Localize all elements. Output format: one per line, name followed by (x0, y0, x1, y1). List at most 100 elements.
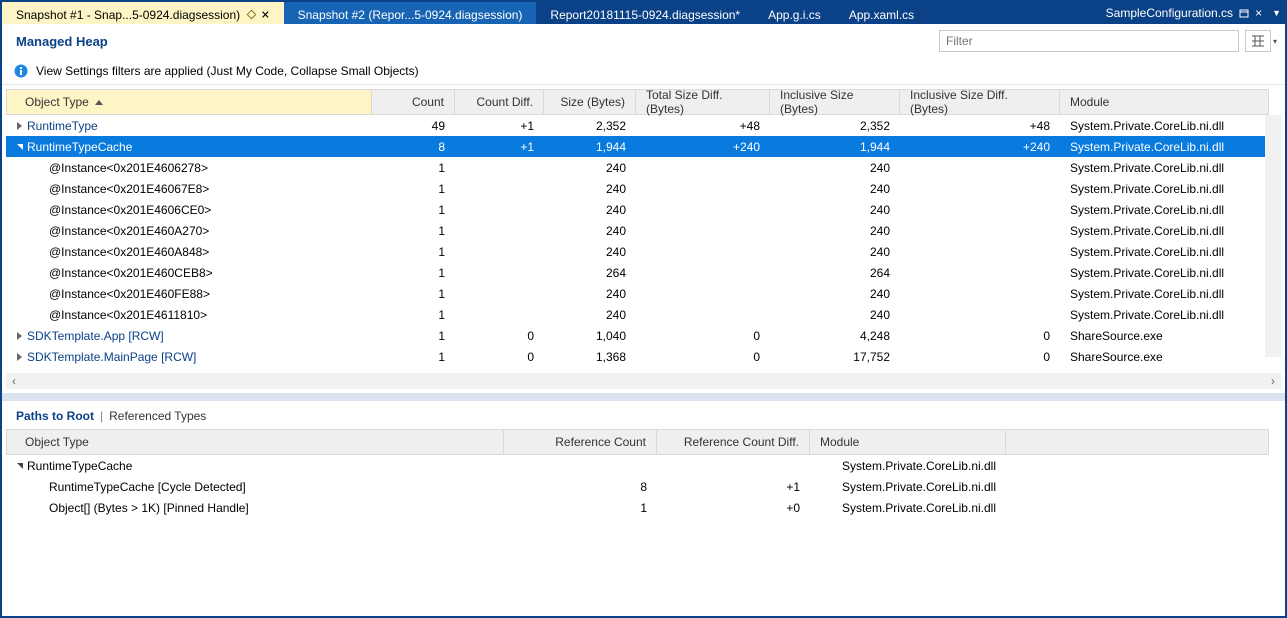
tree-expander[interactable] (14, 351, 25, 362)
col-ref-count[interactable]: Reference Count (504, 429, 657, 455)
col-blank[interactable] (1006, 429, 1269, 455)
cell: 1,944 (544, 140, 636, 154)
col-incl-size[interactable]: Inclusive Size (Bytes) (770, 89, 900, 115)
info-text: View Settings filters are applied (Just … (36, 64, 419, 78)
tree-expander[interactable] (14, 460, 25, 471)
tree-expander[interactable] (36, 267, 47, 278)
table-row[interactable]: SDKTemplate.App [RCW]101,04004,2480Share… (6, 325, 1269, 346)
cell: RuntimeTypeCache (6, 459, 504, 473)
splitter[interactable] (2, 393, 1285, 401)
tree-expander[interactable] (36, 183, 47, 194)
tab-paths-to-root[interactable]: Paths to Root (16, 409, 94, 423)
cell: 1 (372, 287, 455, 301)
doc-tab[interactable]: Snapshot #2 (Repor...5-0924.diagsession) (284, 2, 537, 24)
col-ref-count-diff[interactable]: Reference Count Diff. (657, 429, 810, 455)
managed-heap-header: Managed Heap ▾ (2, 24, 1285, 58)
dropdown-icon[interactable]: ▼ (1272, 8, 1281, 18)
cell: 1,944 (770, 140, 900, 154)
cell: 240 (544, 245, 636, 259)
table-row[interactable]: SDKTemplate.MainPage [RCW]101,368017,752… (6, 346, 1269, 367)
table-row[interactable]: @Instance<0x201E46067E8>1240240System.Pr… (6, 178, 1269, 199)
paths-panel: Paths to Root | Referenced Types Object … (2, 401, 1285, 616)
col-module[interactable]: Module (1060, 89, 1269, 115)
col-count-diff[interactable]: Count Diff. (455, 89, 544, 115)
cell: 1 (372, 245, 455, 259)
cell: 8 (372, 140, 455, 154)
cell: +1 (657, 480, 810, 494)
table-row[interactable]: RuntimeTypeCache8+11,944+2401,944+240Sys… (6, 136, 1269, 157)
table-row[interactable]: @Instance<0x201E460A848>1240240System.Pr… (6, 241, 1269, 262)
table-row[interactable]: @Instance<0x201E4606CE0>1240240System.Pr… (6, 199, 1269, 220)
page-title: Managed Heap (16, 34, 108, 49)
table-row[interactable]: RuntimeType49+12,352+482,352+48System.Pr… (6, 115, 1269, 136)
cell: @Instance<0x201E4606CE0> (6, 203, 372, 217)
object-type-label: @Instance<0x201E4606CE0> (49, 203, 211, 217)
table-header: Object Type Reference Count Reference Co… (6, 429, 1269, 455)
tab-referenced-types[interactable]: Referenced Types (109, 409, 206, 423)
cell: 0 (900, 350, 1060, 364)
cell: Object[] (Bytes > 1K) [Pinned Handle] (6, 501, 504, 515)
tree-expander[interactable] (36, 162, 47, 173)
close-icon[interactable]: × (261, 11, 269, 19)
tab-label: Snapshot #2 (Repor...5-0924.diagsession) (298, 8, 523, 22)
col-count[interactable]: Count (372, 89, 455, 115)
table-row[interactable]: @Instance<0x201E4611810>1240240System.Pr… (6, 304, 1269, 325)
pin-icon[interactable] (247, 10, 257, 20)
cell: 1 (372, 203, 455, 217)
close-icon[interactable]: × (1255, 6, 1262, 20)
vertical-scrollbar[interactable] (1265, 115, 1281, 357)
tree-expander[interactable] (14, 330, 25, 341)
tree-expander[interactable] (36, 204, 47, 215)
tree-expander[interactable] (36, 288, 47, 299)
view-settings-button[interactable] (1245, 30, 1271, 52)
doc-tab[interactable]: App.xaml.cs (835, 2, 928, 24)
cell: SDKTemplate.MainPage [RCW] (6, 350, 372, 364)
table-row[interactable]: @Instance<0x201E460A270>1240240System.Pr… (6, 220, 1269, 241)
table-row[interactable]: Object[] (Bytes > 1K) [Pinned Handle]1+0… (6, 497, 1269, 518)
filter-input[interactable] (939, 30, 1239, 52)
cell: RuntimeTypeCache [Cycle Detected] (6, 480, 504, 494)
cell: 240 (770, 182, 900, 196)
cell: System.Private.CoreLib.ni.dll (1060, 119, 1269, 133)
cell: 240 (770, 161, 900, 175)
col-module[interactable]: Module (810, 429, 1006, 455)
cell: 1 (372, 224, 455, 238)
tree-expander[interactable] (36, 246, 47, 257)
cell: 1,368 (544, 350, 636, 364)
tree-expander[interactable] (36, 481, 47, 492)
cell: System.Private.CoreLib.ni.dll (1060, 140, 1269, 154)
doc-tab[interactable]: Report20181115-0924.diagsession* (536, 2, 754, 24)
col-object-type[interactable]: Object Type (6, 89, 372, 115)
cell: System.Private.CoreLib.ni.dll (1060, 182, 1269, 196)
table-row[interactable]: @Instance<0x201E4606278>1240240System.Pr… (6, 157, 1269, 178)
col-incl-size-diff[interactable]: Inclusive Size Diff. (Bytes) (900, 89, 1060, 115)
tree-expander[interactable] (14, 141, 25, 152)
cell: 240 (544, 182, 636, 196)
doc-tab-active[interactable]: Snapshot #1 - Snap...5-0924.diagsession)… (2, 2, 284, 24)
document-tabstrip: Snapshot #1 - Snap...5-0924.diagsession)… (2, 2, 1285, 24)
table-row[interactable]: RuntimeTypeCache System.Private.CoreLib.n… (6, 455, 1269, 476)
dropdown-icon[interactable]: ▾ (1273, 37, 1277, 46)
cell: 240 (770, 308, 900, 322)
cell: 240 (544, 161, 636, 175)
object-type-label: Object[] (Bytes > 1K) [Pinned Handle] (49, 501, 249, 515)
tree-expander[interactable] (36, 225, 47, 236)
scroll-right-icon[interactable]: › (1265, 373, 1281, 389)
col-object-type[interactable]: Object Type (6, 429, 504, 455)
col-total-size-diff[interactable]: Total Size Diff. (Bytes) (636, 89, 770, 115)
col-size[interactable]: Size (Bytes) (544, 89, 636, 115)
table-row[interactable]: @Instance<0x201E460CEB8>1264264System.Pr… (6, 262, 1269, 283)
cell: System.Private.CoreLib.ni.dll (810, 459, 1006, 473)
tree-expander[interactable] (36, 502, 47, 513)
scroll-left-icon[interactable]: ‹ (6, 373, 22, 389)
tree-expander[interactable] (14, 120, 25, 131)
horizontal-scrollbar[interactable]: ‹› (6, 373, 1281, 389)
overflow-doc-tab[interactable]: SampleConfiguration.cs × ▼ (1096, 2, 1285, 24)
table-row[interactable]: @Instance<0x201E460FE88>1240240System.Pr… (6, 283, 1269, 304)
table-row[interactable]: RuntimeTypeCache [Cycle Detected]8+1Syst… (6, 476, 1269, 497)
cell: +1 (455, 119, 544, 133)
doc-tab[interactable]: App.g.i.cs (754, 2, 835, 24)
cell: 1 (504, 501, 657, 515)
sort-asc-icon (95, 100, 103, 105)
tree-expander[interactable] (36, 309, 47, 320)
